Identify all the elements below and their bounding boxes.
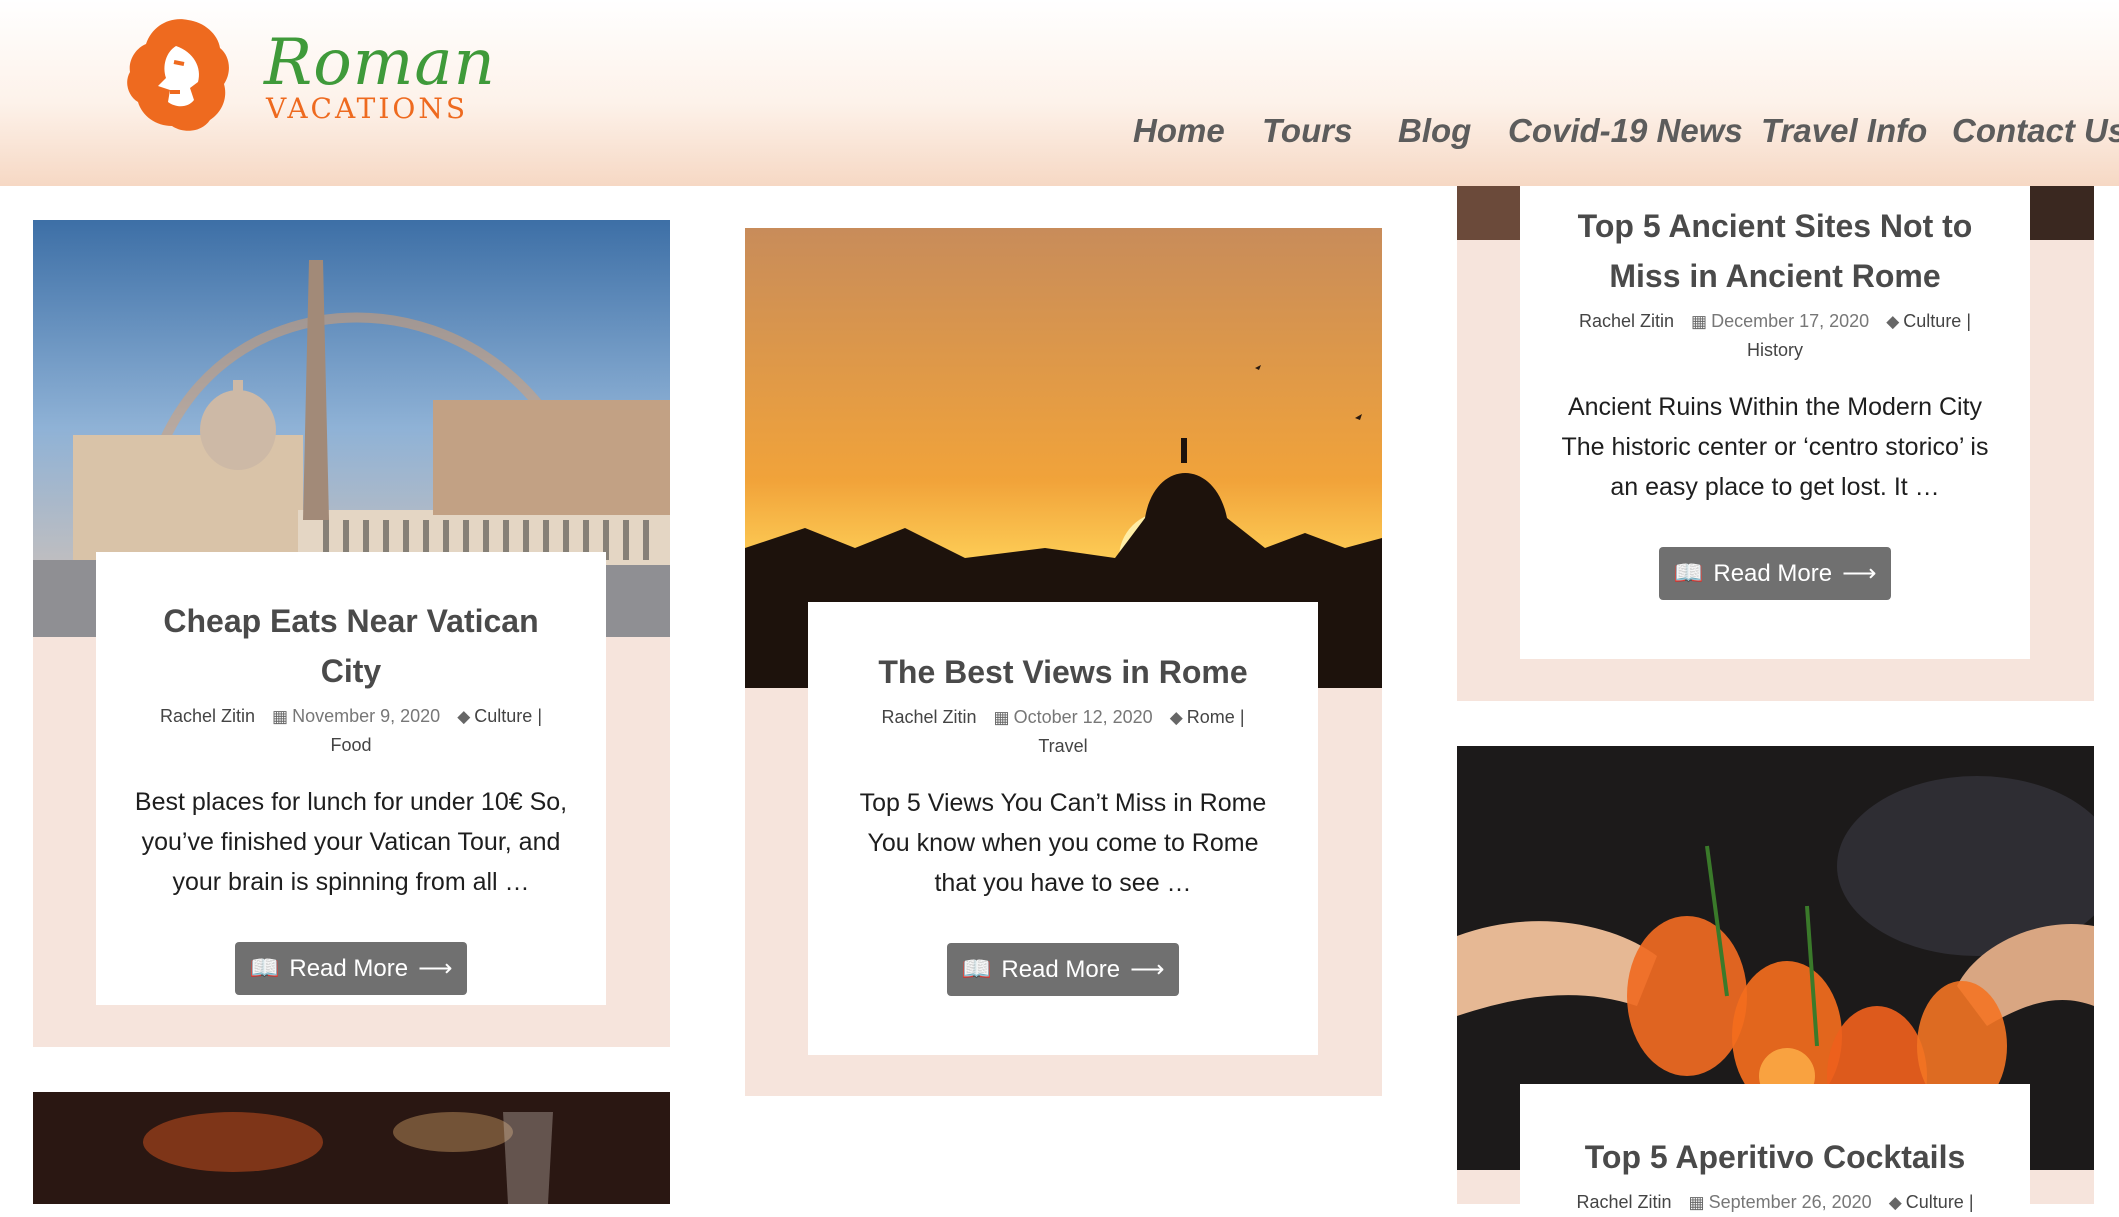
- arrow-right-icon: ⟶: [1842, 560, 1877, 587]
- post-card-content: Top 5 Ancient Sites Not to Miss in Ancie…: [1520, 186, 2030, 659]
- read-more-button[interactable]: 📖 Read More ⟶: [947, 943, 1179, 996]
- read-more-button[interactable]: 📖 Read More ⟶: [235, 942, 467, 995]
- read-more-label: Read More: [1713, 559, 1833, 587]
- main-nav: Home Tours Blog Covid-19 News Travel Inf…: [0, 112, 2119, 162]
- nav-contact-us[interactable]: Contact Us: [1952, 112, 2119, 150]
- book-icon: 📖: [1673, 560, 1704, 587]
- category-separator: |: [1966, 311, 1972, 331]
- post-author[interactable]: Rachel Zitin: [1576, 1192, 1671, 1212]
- post-meta: Rachel Zitin ▦ November 9, 2020 ◆ Culture …: [132, 702, 570, 760]
- book-icon: 📖: [249, 955, 280, 982]
- post-category[interactable]: Culture: [474, 706, 532, 726]
- book-icon: 📖: [961, 956, 992, 983]
- tag-icon: ◆: [1886, 312, 1900, 331]
- category-separator: |: [1968, 1192, 1974, 1212]
- post-title[interactable]: The Best Views in Rome: [844, 647, 1282, 697]
- post-author[interactable]: Rachel Zitin: [160, 706, 255, 726]
- calendar-icon: ▦: [1688, 1193, 1705, 1212]
- post-title[interactable]: Cheap Eats Near Vatican City: [132, 596, 570, 696]
- post-category[interactable]: Food: [330, 735, 371, 755]
- post-excerpt: Ancient Ruins Within the Modern City The…: [1561, 393, 1989, 501]
- nav-travel-info[interactable]: Travel Info: [1761, 112, 1927, 150]
- category-separator: |: [537, 706, 543, 726]
- post-category[interactable]: Travel: [1038, 736, 1087, 756]
- read-more-button[interactable]: 📖 Read More ⟶: [1659, 547, 1891, 600]
- post-category[interactable]: History: [1747, 340, 1803, 360]
- calendar-icon: ▦: [993, 708, 1010, 727]
- category-separator: |: [1239, 707, 1245, 727]
- post-category[interactable]: Culture: [1903, 311, 1961, 331]
- tag-icon: ◆: [457, 707, 471, 726]
- post-excerpt: Top 5 Views You Can’t Miss in Rome You k…: [859, 789, 1267, 897]
- nav-tours[interactable]: Tours: [1262, 112, 1352, 150]
- site-header: Roman VACATIONS Home Tours Blog Covid-19…: [0, 0, 2119, 186]
- tag-icon: ◆: [1888, 1193, 1902, 1212]
- post-meta: Rachel Zitin ▦ October 12, 2020 ◆ Rome | T…: [844, 703, 1282, 761]
- post-date: September 26, 2020: [1708, 1192, 1872, 1212]
- post-date: November 9, 2020: [292, 706, 441, 726]
- post-card-content: The Best Views in Rome Rachel Zitin ▦ Oct…: [808, 602, 1318, 1055]
- post-card-content: Cheap Eats Near Vatican City Rachel Ziti…: [96, 552, 606, 1005]
- post-meta: Rachel Zitin ▦ September 26, 2020 ◆ Cultur…: [1556, 1188, 1994, 1217]
- arrow-right-icon: ⟶: [1130, 956, 1165, 983]
- post-title[interactable]: Top 5 Aperitivo Cocktails: [1556, 1132, 1994, 1182]
- tag-icon: ◆: [1169, 708, 1183, 727]
- calendar-icon: ▦: [272, 707, 289, 726]
- post-category[interactable]: Culture: [1906, 1192, 1964, 1212]
- nav-covid-news[interactable]: Covid-19 News: [1508, 112, 1743, 150]
- post-date: December 17, 2020: [1711, 311, 1870, 331]
- calendar-icon: ▦: [1691, 312, 1708, 331]
- post-meta: Rachel Zitin ▦ December 17, 2020 ◆ Culture…: [1556, 307, 1994, 365]
- post-title[interactable]: Top 5 Ancient Sites Not to Miss in Ancie…: [1556, 201, 1994, 301]
- post-excerpt: Best places for lunch for under 10€ So, …: [134, 788, 568, 896]
- read-more-label: Read More: [1001, 955, 1121, 983]
- post-date: October 12, 2020: [1013, 707, 1153, 727]
- post-category[interactable]: Rome: [1187, 707, 1235, 727]
- nav-home[interactable]: Home: [1133, 112, 1225, 150]
- read-more-label: Read More: [289, 954, 409, 982]
- nav-blog[interactable]: Blog: [1398, 112, 1471, 150]
- post-author[interactable]: Rachel Zitin: [881, 707, 976, 727]
- arrow-right-icon: ⟶: [418, 955, 453, 982]
- drinks-photo[interactable]: [33, 1092, 670, 1204]
- post-card-content: Top 5 Aperitivo Cocktails Rachel Zitin ▦…: [1520, 1084, 2030, 1212]
- post-author[interactable]: Rachel Zitin: [1579, 311, 1674, 331]
- logo-word: Roman: [264, 26, 496, 100]
